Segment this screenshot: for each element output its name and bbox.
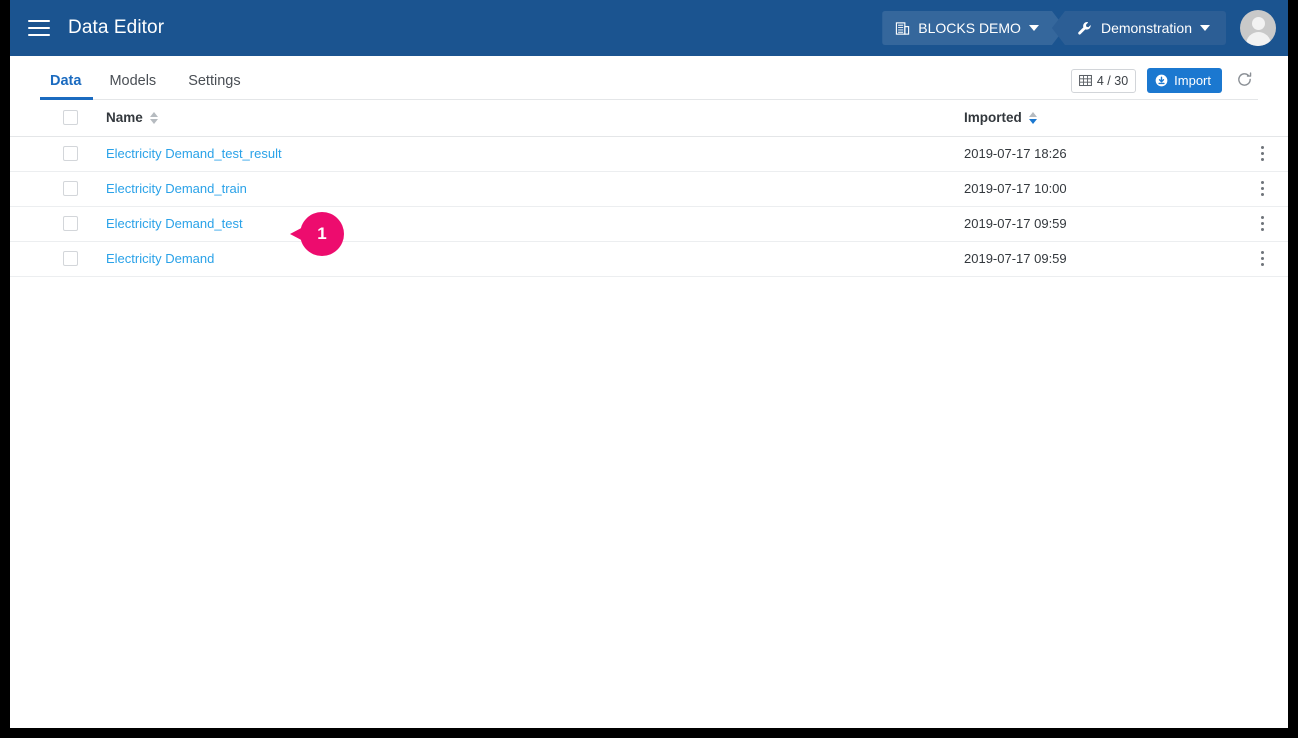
main-content: Data Models Settings 4 / 30 Import Name … bbox=[10, 56, 1288, 728]
tab-data-label: Data bbox=[50, 73, 82, 89]
chevron-down-icon bbox=[1029, 25, 1039, 31]
dataset-link[interactable]: Electricity Demand_test_result bbox=[106, 146, 282, 161]
refresh-icon bbox=[1236, 71, 1253, 91]
row-actions-cell bbox=[1248, 241, 1288, 277]
tab-settings-label: Settings bbox=[188, 73, 241, 89]
kebab-menu-icon[interactable] bbox=[1250, 247, 1274, 271]
chevron-down-icon bbox=[1200, 25, 1210, 31]
row-actions-cell bbox=[1248, 206, 1288, 242]
row-actions-cell bbox=[1248, 136, 1288, 172]
row-actions-cell bbox=[1248, 171, 1288, 207]
row-checkbox[interactable] bbox=[63, 251, 78, 266]
row-name-cell: Electricity Demand_test bbox=[78, 206, 958, 242]
building-icon bbox=[895, 21, 910, 36]
table-row[interactable]: Electricity Demand_train 2019-07-17 10:0… bbox=[10, 171, 1288, 207]
row-imported-cell: 2019-07-17 10:00 bbox=[958, 171, 1248, 207]
breadcrumb-project-label: BLOCKS DEMO bbox=[918, 20, 1021, 36]
imported-sort-icon[interactable] bbox=[1028, 111, 1037, 124]
tab-settings[interactable]: Settings bbox=[172, 73, 256, 100]
select-all-column bbox=[10, 100, 78, 137]
row-checkbox[interactable] bbox=[63, 216, 78, 231]
name-column-header[interactable]: Name bbox=[78, 100, 958, 137]
dataset-count-badge: 4 / 30 bbox=[1070, 68, 1137, 93]
row-imported-cell: 2019-07-17 09:59 bbox=[958, 241, 1248, 277]
import-circle-icon bbox=[1155, 74, 1168, 87]
row-name-cell: Electricity Demand_train bbox=[78, 171, 958, 207]
import-button[interactable]: Import bbox=[1147, 68, 1222, 93]
row-imported-cell: 2019-07-17 18:26 bbox=[958, 136, 1248, 172]
row-name-cell: Electricity Demand bbox=[78, 241, 958, 277]
avatar-head bbox=[1251, 17, 1265, 30]
dataset-count-label: 4 / 30 bbox=[1096, 73, 1129, 88]
import-button-label: Import bbox=[1174, 73, 1211, 88]
table-row[interactable]: Electricity Demand_test 2019-07-17 09:59 bbox=[10, 206, 1288, 242]
header-right-group: BLOCKS DEMO Demonstration bbox=[882, 10, 1276, 46]
row-select-cell bbox=[10, 241, 78, 277]
imported-column-label: Imported bbox=[964, 110, 1022, 126]
tab-models[interactable]: Models bbox=[93, 73, 172, 100]
tab-bar: Data Models Settings 4 / 30 Import bbox=[10, 56, 1288, 100]
dataset-link[interactable]: Electricity Demand_train bbox=[106, 181, 247, 196]
row-name-cell: Electricity Demand_test_result bbox=[78, 136, 958, 172]
dataset-link[interactable]: Electricity Demand_test bbox=[106, 216, 243, 231]
imported-timestamp: 2019-07-17 10:00 bbox=[964, 181, 1067, 196]
kebab-menu-icon[interactable] bbox=[1250, 212, 1274, 236]
row-select-cell bbox=[10, 171, 78, 207]
breadcrumb-item-project[interactable]: BLOCKS DEMO bbox=[882, 11, 1065, 45]
application-window: Data Editor BLOCKS DEMO Demonstration Da… bbox=[10, 0, 1288, 728]
name-sort-icon[interactable] bbox=[149, 111, 158, 124]
table-body: Electricity Demand_test_result 2019-07-1… bbox=[10, 136, 1288, 277]
imported-timestamp: 2019-07-17 18:26 bbox=[964, 146, 1067, 161]
row-select-cell bbox=[10, 206, 78, 242]
imported-timestamp: 2019-07-17 09:59 bbox=[964, 251, 1067, 266]
table-grid-icon bbox=[1078, 74, 1092, 87]
row-select-cell bbox=[10, 136, 78, 172]
table-row[interactable]: Electricity Demand 2019-07-17 09:59 bbox=[10, 241, 1288, 277]
top-header-bar: Data Editor BLOCKS DEMO Demonstration bbox=[10, 0, 1288, 56]
hamburger-menu-icon[interactable] bbox=[28, 20, 50, 36]
wrench-icon bbox=[1076, 20, 1093, 37]
kebab-menu-icon[interactable] bbox=[1250, 177, 1274, 201]
select-all-checkbox[interactable] bbox=[63, 110, 78, 126]
table-row[interactable]: Electricity Demand_test_result 2019-07-1… bbox=[10, 136, 1288, 172]
dataset-link[interactable]: Electricity Demand bbox=[106, 251, 214, 266]
table-toolbar: 4 / 30 Import bbox=[1070, 68, 1258, 100]
datasets-table: Name Imported Electricity Demand_test_re… bbox=[10, 100, 1288, 277]
table-header: Name Imported bbox=[10, 100, 1288, 137]
row-checkbox[interactable] bbox=[63, 146, 78, 161]
avatar-body bbox=[1245, 32, 1271, 46]
imported-timestamp: 2019-07-17 09:59 bbox=[964, 216, 1067, 231]
avatar[interactable] bbox=[1240, 10, 1276, 46]
breadcrumb: BLOCKS DEMO Demonstration bbox=[882, 11, 1226, 45]
breadcrumb-item-environment[interactable]: Demonstration bbox=[1051, 11, 1226, 45]
page-title: Data Editor bbox=[68, 17, 165, 38]
row-imported-cell: 2019-07-17 09:59 bbox=[958, 206, 1248, 242]
tab-data[interactable]: Data bbox=[40, 73, 94, 100]
row-actions-column bbox=[1248, 100, 1288, 137]
tab-models-label: Models bbox=[109, 73, 157, 89]
refresh-button[interactable] bbox=[1230, 68, 1258, 93]
name-column-label: Name bbox=[106, 110, 143, 126]
table-header-row: Name Imported bbox=[10, 100, 1288, 137]
kebab-menu-icon[interactable] bbox=[1250, 142, 1274, 166]
imported-column-header[interactable]: Imported bbox=[958, 100, 1248, 137]
row-checkbox[interactable] bbox=[63, 181, 78, 196]
breadcrumb-environment-label: Demonstration bbox=[1100, 20, 1192, 36]
